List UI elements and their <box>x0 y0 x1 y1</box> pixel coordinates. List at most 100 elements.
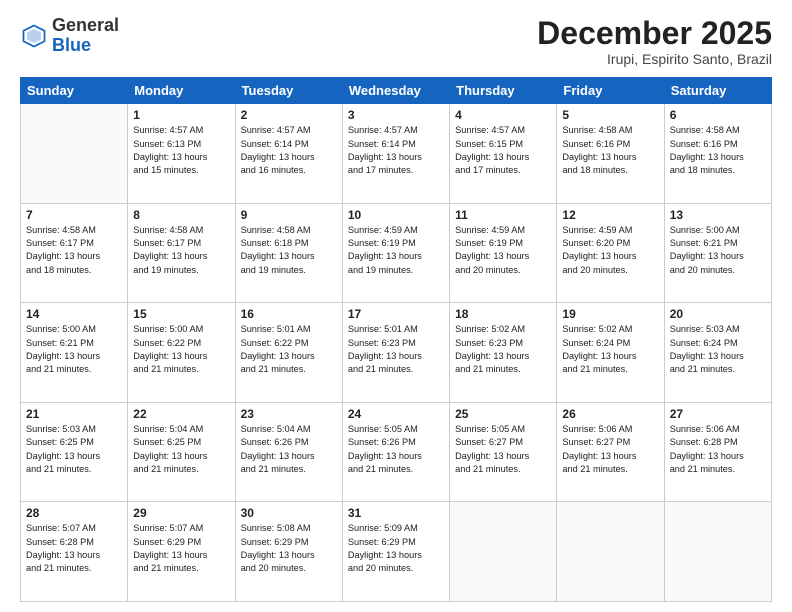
table-row <box>664 502 771 602</box>
table-row: 14 Sunrise: 5:00 AM Sunset: 6:21 PM Dayli… <box>21 303 128 403</box>
day-info: Sunrise: 4:57 AM Sunset: 6:14 PM Dayligh… <box>241 124 337 177</box>
day-info: Sunrise: 5:06 AM Sunset: 6:28 PM Dayligh… <box>670 423 766 476</box>
day-info: Sunrise: 5:00 AM Sunset: 6:21 PM Dayligh… <box>26 323 122 376</box>
calendar-table: Sunday Monday Tuesday Wednesday Thursday… <box>20 77 772 602</box>
table-row: 26Sunrise: 5:06 AM Sunset: 6:27 PM Dayli… <box>557 402 664 502</box>
day-number: 15 <box>133 307 229 321</box>
header-friday: Friday <box>557 78 664 104</box>
day-number: 16 <box>241 307 337 321</box>
day-info: Sunrise: 5:01 AM Sunset: 6:23 PM Dayligh… <box>348 323 444 376</box>
table-row: 13 Sunrise: 5:00 AM Sunset: 6:21 PM Dayli… <box>664 203 771 303</box>
day-number: 4 <box>455 108 551 122</box>
table-row: 7 Sunrise: 4:58 AM Sunset: 6:17 PM Daylig… <box>21 203 128 303</box>
day-number: 14 <box>26 307 122 321</box>
header-thursday: Thursday <box>450 78 557 104</box>
day-info: Sunrise: 4:57 AM Sunset: 6:14 PM Dayligh… <box>348 124 444 177</box>
day-info: Sunrise: 5:04 AM Sunset: 6:26 PM Dayligh… <box>241 423 337 476</box>
title-block: December 2025 Irupi, Espirito Santo, Bra… <box>537 16 772 67</box>
day-info: Sunrise: 5:00 AM Sunset: 6:21 PM Dayligh… <box>670 224 766 277</box>
day-info: Sunrise: 5:03 AM Sunset: 6:24 PM Dayligh… <box>670 323 766 376</box>
logo: General Blue <box>20 16 119 56</box>
logo-text: General Blue <box>52 16 119 56</box>
day-info: Sunrise: 5:02 AM Sunset: 6:23 PM Dayligh… <box>455 323 551 376</box>
table-row: 9 Sunrise: 4:58 AM Sunset: 6:18 PM Daylig… <box>235 203 342 303</box>
logo-general: General <box>52 15 119 35</box>
header-wednesday: Wednesday <box>342 78 449 104</box>
day-number: 12 <box>562 208 658 222</box>
day-info: Sunrise: 5:03 AM Sunset: 6:25 PM Dayligh… <box>26 423 122 476</box>
day-number: 28 <box>26 506 122 520</box>
day-number: 26 <box>562 407 658 421</box>
day-info: Sunrise: 5:08 AM Sunset: 6:29 PM Dayligh… <box>241 522 337 575</box>
table-row: 6Sunrise: 4:58 AM Sunset: 6:16 PM Daylig… <box>664 104 771 204</box>
day-info: Sunrise: 5:07 AM Sunset: 6:28 PM Dayligh… <box>26 522 122 575</box>
day-info: Sunrise: 5:09 AM Sunset: 6:29 PM Dayligh… <box>348 522 444 575</box>
day-number: 19 <box>562 307 658 321</box>
table-row: 24 Sunrise: 5:05 AM Sunset: 6:26 PM Dayli… <box>342 402 449 502</box>
table-row: 21 Sunrise: 5:03 AM Sunset: 6:25 PM Dayli… <box>21 402 128 502</box>
logo-icon <box>20 22 48 50</box>
table-row: 3 Sunrise: 4:57 AM Sunset: 6:14 PM Daylig… <box>342 104 449 204</box>
day-number: 21 <box>26 407 122 421</box>
table-row <box>21 104 128 204</box>
day-number: 9 <box>241 208 337 222</box>
day-number: 24 <box>348 407 444 421</box>
day-info: Sunrise: 5:02 AM Sunset: 6:24 PM Dayligh… <box>562 323 658 376</box>
weekday-header-row: Sunday Monday Tuesday Wednesday Thursday… <box>21 78 772 104</box>
day-info: Sunrise: 4:58 AM Sunset: 6:18 PM Dayligh… <box>241 224 337 277</box>
table-row: 2 Sunrise: 4:57 AM Sunset: 6:14 PM Daylig… <box>235 104 342 204</box>
month-title: December 2025 <box>537 16 772 51</box>
header-monday: Monday <box>128 78 235 104</box>
day-number: 7 <box>26 208 122 222</box>
day-number: 27 <box>670 407 766 421</box>
day-number: 25 <box>455 407 551 421</box>
day-info: Sunrise: 4:57 AM Sunset: 6:15 PM Dayligh… <box>455 124 551 177</box>
table-row: 27 Sunrise: 5:06 AM Sunset: 6:28 PM Dayli… <box>664 402 771 502</box>
day-info: Sunrise: 4:58 AM Sunset: 6:16 PM Dayligh… <box>670 124 766 177</box>
day-number: 18 <box>455 307 551 321</box>
day-number: 22 <box>133 407 229 421</box>
day-info: Sunrise: 5:01 AM Sunset: 6:22 PM Dayligh… <box>241 323 337 376</box>
day-info: Sunrise: 5:05 AM Sunset: 6:27 PM Dayligh… <box>455 423 551 476</box>
table-row: 25 Sunrise: 5:05 AM Sunset: 6:27 PM Dayli… <box>450 402 557 502</box>
header-sunday: Sunday <box>21 78 128 104</box>
day-number: 13 <box>670 208 766 222</box>
table-row: 15Sunrise: 5:00 AM Sunset: 6:22 PM Dayli… <box>128 303 235 403</box>
day-number: 20 <box>670 307 766 321</box>
table-row: 16 Sunrise: 5:01 AM Sunset: 6:22 PM Dayli… <box>235 303 342 403</box>
day-info: Sunrise: 4:58 AM Sunset: 6:17 PM Dayligh… <box>133 224 229 277</box>
table-row: 11 Sunrise: 4:59 AM Sunset: 6:19 PM Dayli… <box>450 203 557 303</box>
table-row: 12 Sunrise: 4:59 AM Sunset: 6:20 PM Dayli… <box>557 203 664 303</box>
day-info: Sunrise: 4:59 AM Sunset: 6:19 PM Dayligh… <box>348 224 444 277</box>
table-row: 18 Sunrise: 5:02 AM Sunset: 6:23 PM Dayli… <box>450 303 557 403</box>
table-row: 29 Sunrise: 5:07 AM Sunset: 6:29 PM Dayli… <box>128 502 235 602</box>
table-row: 8 Sunrise: 4:58 AM Sunset: 6:17 PM Daylig… <box>128 203 235 303</box>
day-info: Sunrise: 5:04 AM Sunset: 6:25 PM Dayligh… <box>133 423 229 476</box>
day-number: 2 <box>241 108 337 122</box>
day-info: Sunrise: 5:07 AM Sunset: 6:29 PM Dayligh… <box>133 522 229 575</box>
header: General Blue December 2025 Irupi, Espiri… <box>20 16 772 67</box>
calendar-week-row: 7 Sunrise: 4:58 AM Sunset: 6:17 PM Daylig… <box>21 203 772 303</box>
table-row: 30Sunrise: 5:08 AM Sunset: 6:29 PM Dayli… <box>235 502 342 602</box>
table-row: 17Sunrise: 5:01 AM Sunset: 6:23 PM Dayli… <box>342 303 449 403</box>
day-info: Sunrise: 5:05 AM Sunset: 6:26 PM Dayligh… <box>348 423 444 476</box>
table-row <box>450 502 557 602</box>
day-number: 31 <box>348 506 444 520</box>
day-number: 29 <box>133 506 229 520</box>
day-number: 3 <box>348 108 444 122</box>
header-saturday: Saturday <box>664 78 771 104</box>
day-info: Sunrise: 4:59 AM Sunset: 6:20 PM Dayligh… <box>562 224 658 277</box>
table-row: 19 Sunrise: 5:02 AM Sunset: 6:24 PM Dayli… <box>557 303 664 403</box>
day-number: 8 <box>133 208 229 222</box>
table-row: 10 Sunrise: 4:59 AM Sunset: 6:19 PM Dayli… <box>342 203 449 303</box>
calendar-week-row: 21 Sunrise: 5:03 AM Sunset: 6:25 PM Dayli… <box>21 402 772 502</box>
day-number: 11 <box>455 208 551 222</box>
location-subtitle: Irupi, Espirito Santo, Brazil <box>537 51 772 67</box>
day-info: Sunrise: 4:58 AM Sunset: 6:17 PM Dayligh… <box>26 224 122 277</box>
day-number: 1 <box>133 108 229 122</box>
table-row: 5Sunrise: 4:58 AM Sunset: 6:16 PM Daylig… <box>557 104 664 204</box>
page: General Blue December 2025 Irupi, Espiri… <box>0 0 792 612</box>
day-info: Sunrise: 4:57 AM Sunset: 6:13 PM Dayligh… <box>133 124 229 177</box>
day-number: 10 <box>348 208 444 222</box>
day-info: Sunrise: 4:59 AM Sunset: 6:19 PM Dayligh… <box>455 224 551 277</box>
